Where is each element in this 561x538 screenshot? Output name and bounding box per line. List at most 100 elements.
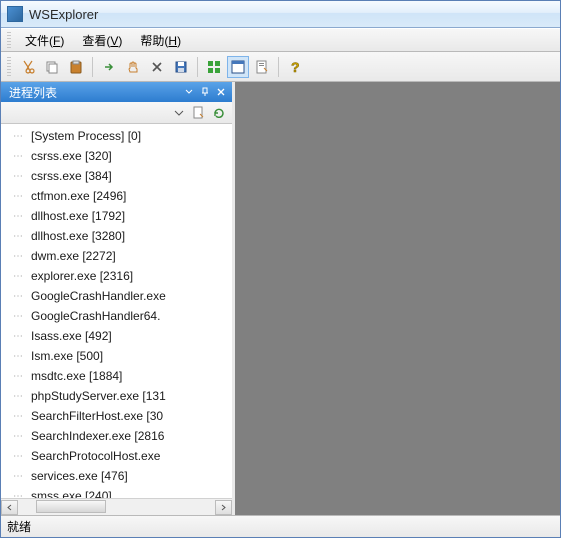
process-label: csrss.exe [320] — [31, 149, 112, 163]
process-label: smss.exe [240] — [31, 489, 112, 498]
panel-title: 进程列表 — [9, 84, 57, 101]
process-row[interactable]: ⋯csrss.exe [320] — [1, 146, 232, 166]
help-button[interactable]: ? — [284, 56, 306, 78]
process-label: msdtc.exe [1884] — [31, 369, 122, 383]
tree-connector-icon: ⋯ — [13, 491, 31, 499]
tree-connector-icon: ⋯ — [13, 231, 31, 242]
tiles-button[interactable] — [203, 56, 225, 78]
tree-connector-icon: ⋯ — [13, 291, 31, 302]
process-row[interactable]: ⋯dwm.exe [2272] — [1, 246, 232, 266]
forward-button[interactable] — [98, 56, 120, 78]
titlebar: WSExplorer — [1, 1, 560, 28]
tree-connector-icon: ⋯ — [13, 431, 31, 442]
menubar: 文件(F) 查看(V) 帮助(H) — [1, 28, 560, 52]
tree-connector-icon: ⋯ — [13, 351, 31, 362]
statusbar: 就绪 — [1, 515, 560, 537]
cut-button[interactable] — [17, 56, 39, 78]
horizontal-scrollbar[interactable] — [1, 498, 232, 515]
process-row[interactable]: ⋯msdtc.exe [1884] — [1, 366, 232, 386]
process-label: dllhost.exe [3280] — [31, 229, 125, 243]
process-label: Ism.exe [500] — [31, 349, 103, 363]
process-label: csrss.exe [384] — [31, 169, 112, 183]
tree-connector-icon: ⋯ — [13, 171, 31, 182]
process-row[interactable]: ⋯SearchProtocolHost.exe — [1, 446, 232, 466]
process-row[interactable]: ⋯Ism.exe [500] — [1, 346, 232, 366]
process-label: SearchFilterHost.exe [30 — [31, 409, 163, 423]
process-row[interactable]: ⋯GoogleCrashHandler.exe — [1, 286, 232, 306]
process-label: Isass.exe [492] — [31, 329, 112, 343]
process-row[interactable]: ⋯Isass.exe [492] — [1, 326, 232, 346]
tree-connector-icon: ⋯ — [13, 211, 31, 222]
process-row[interactable]: ⋯explorer.exe [2316] — [1, 266, 232, 286]
toolbar-sep-2 — [197, 57, 198, 77]
process-label: services.exe [476] — [31, 469, 128, 483]
process-row[interactable]: ⋯GoogleCrashHandler64. — [1, 306, 232, 326]
scroll-left-icon[interactable] — [1, 500, 18, 515]
process-list[interactable]: ⋯[System Process] [0]⋯csrss.exe [320]⋯cs… — [1, 124, 232, 498]
status-text: 就绪 — [7, 518, 31, 535]
process-label: SearchIndexer.exe [2816 — [31, 429, 164, 443]
process-row[interactable]: ⋯[System Process] [0] — [1, 126, 232, 146]
panel-refresh-button[interactable] — [210, 104, 228, 122]
toolbar-grip — [7, 57, 11, 77]
process-label: dllhost.exe [1792] — [31, 209, 125, 223]
main-area: 进程列表 ⋯[System Process] [0]⋯csrss.exe [32… — [1, 82, 560, 515]
tree-connector-icon: ⋯ — [13, 191, 31, 202]
content-canvas — [235, 82, 560, 515]
process-row[interactable]: ⋯SearchIndexer.exe [2816 — [1, 426, 232, 446]
process-row[interactable]: ⋯dllhost.exe [3280] — [1, 226, 232, 246]
scroll-right-icon[interactable] — [215, 500, 232, 515]
tree-connector-icon: ⋯ — [13, 471, 31, 482]
process-label: dwm.exe [2272] — [31, 249, 116, 263]
process-row[interactable]: ⋯smss.exe [240] — [1, 486, 232, 498]
tree-connector-icon: ⋯ — [13, 251, 31, 262]
copy-button[interactable] — [41, 56, 63, 78]
process-row[interactable]: ⋯phpStudyServer.exe [131 — [1, 386, 232, 406]
toolbar-sep-3 — [278, 57, 279, 77]
process-panel: 进程列表 ⋯[System Process] [0]⋯csrss.exe [32… — [1, 82, 235, 515]
process-row[interactable]: ⋯services.exe [476] — [1, 466, 232, 486]
process-label: ctfmon.exe [2496] — [31, 189, 126, 203]
process-label: [System Process] [0] — [31, 129, 141, 143]
process-row[interactable]: ⋯ctfmon.exe [2496] — [1, 186, 232, 206]
menu-help[interactable]: 帮助(H) — [132, 30, 189, 51]
tree-connector-icon: ⋯ — [13, 391, 31, 402]
save-button[interactable] — [170, 56, 192, 78]
tree-connector-icon: ⋯ — [13, 451, 31, 462]
process-label: phpStudyServer.exe [131 — [31, 389, 166, 403]
paste-button[interactable] — [65, 56, 87, 78]
tree-connector-icon: ⋯ — [13, 331, 31, 342]
scroll-track[interactable] — [18, 500, 215, 515]
tree-connector-icon: ⋯ — [13, 311, 31, 322]
menubar-grip — [7, 32, 11, 48]
panel-header[interactable]: 进程列表 — [1, 82, 232, 102]
toolbar: ? — [1, 52, 560, 82]
hand-button[interactable] — [122, 56, 144, 78]
toolbar-sep-1 — [92, 57, 93, 77]
menu-file[interactable]: 文件(F) — [17, 30, 72, 51]
process-row[interactable]: ⋯csrss.exe [384] — [1, 166, 232, 186]
process-label: GoogleCrashHandler.exe — [31, 289, 166, 303]
delete-button[interactable] — [146, 56, 168, 78]
app-icon — [7, 6, 23, 22]
tree-connector-icon: ⋯ — [13, 131, 31, 142]
process-label: explorer.exe [2316] — [31, 269, 133, 283]
panel-props-button[interactable] — [190, 104, 208, 122]
panel-toolbar — [1, 102, 232, 124]
window-button[interactable] — [227, 56, 249, 78]
scroll-thumb[interactable] — [36, 500, 106, 513]
panel-dropdown-button[interactable] — [170, 104, 188, 122]
process-label: GoogleCrashHandler64. — [31, 309, 160, 323]
tree-connector-icon: ⋯ — [13, 371, 31, 382]
svg-text:?: ? — [291, 59, 300, 75]
menu-view[interactable]: 查看(V) — [74, 30, 130, 51]
process-row[interactable]: ⋯dllhost.exe [1792] — [1, 206, 232, 226]
tree-connector-icon: ⋯ — [13, 271, 31, 282]
panel-dropdown-icon[interactable] — [182, 85, 196, 99]
window-title: WSExplorer — [29, 7, 98, 22]
panel-pin-icon[interactable] — [198, 85, 212, 99]
properties-button[interactable] — [251, 56, 273, 78]
process-row[interactable]: ⋯SearchFilterHost.exe [30 — [1, 406, 232, 426]
panel-close-icon[interactable] — [214, 85, 228, 99]
tree-connector-icon: ⋯ — [13, 151, 31, 162]
